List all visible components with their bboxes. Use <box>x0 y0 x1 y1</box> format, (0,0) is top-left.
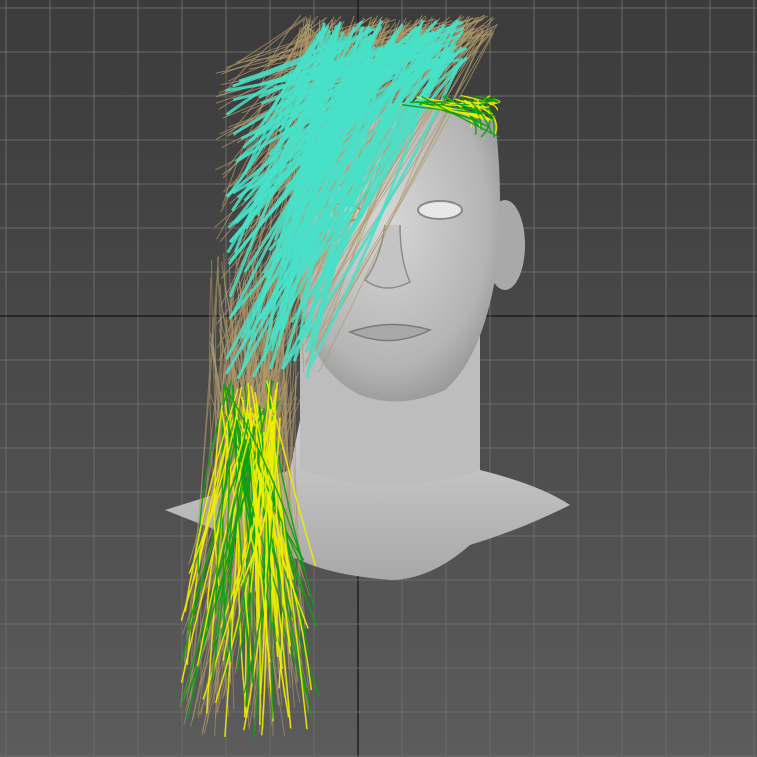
3d-viewport[interactable] <box>0 0 757 757</box>
right-eye <box>417 200 463 220</box>
head-model[interactable] <box>0 0 757 757</box>
